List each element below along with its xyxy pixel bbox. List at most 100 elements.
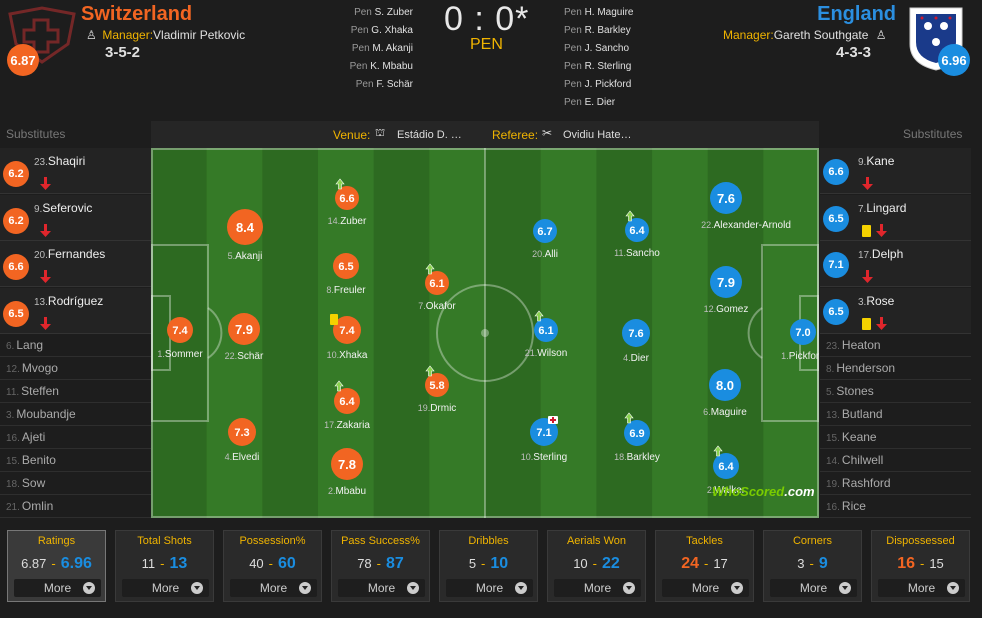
- bench-player-row[interactable]: 21. Omlin: [0, 495, 151, 518]
- more-button[interactable]: More: [122, 579, 209, 597]
- player-name[interactable]: 1.Pickford: [781, 351, 819, 362]
- bench-player-row[interactable]: 12. Mvogo: [0, 357, 151, 380]
- stat-box-corners[interactable]: Corners 3-9 More: [763, 530, 862, 602]
- more-button[interactable]: More: [14, 579, 101, 597]
- more-button[interactable]: More: [878, 579, 965, 597]
- player-marker[interactable]: 7.8 2.Mbabu: [328, 448, 366, 497]
- player-name[interactable]: Delph: [872, 247, 903, 261]
- player-name[interactable]: 22.Schär: [225, 351, 264, 362]
- player-name[interactable]: 11.Sancho: [614, 248, 660, 259]
- sub-player-row[interactable]: 6.5 3.Rose: [820, 287, 971, 334]
- player-name[interactable]: 8.Freuler: [326, 285, 366, 296]
- player-name[interactable]: Rashford: [842, 476, 891, 490]
- stat-box-possession[interactable]: Possession% 40-60 More: [223, 530, 322, 602]
- player-marker[interactable]: 8.4 5.Akanji: [227, 209, 263, 262]
- more-button[interactable]: More: [446, 579, 533, 597]
- away-team-name[interactable]: England: [817, 3, 896, 26]
- player-name[interactable]: Ajeti: [22, 430, 45, 444]
- penalty-taker-name[interactable]: J. Sancho: [585, 43, 629, 54]
- sub-player-name[interactable]: 7.Lingard: [858, 201, 906, 215]
- penalty-taker-name[interactable]: R. Sterling: [585, 61, 632, 72]
- sub-player-name[interactable]: 9.Seferovic: [34, 201, 92, 215]
- penalty-taker-name[interactable]: M. Akanji: [372, 43, 413, 54]
- sub-player-name[interactable]: 20.Fernandes: [34, 247, 105, 261]
- player-name[interactable]: Shaqiri: [48, 154, 85, 168]
- player-name[interactable]: Heaton: [842, 338, 881, 352]
- more-button[interactable]: More: [770, 579, 857, 597]
- player-name[interactable]: 10.Sterling: [521, 452, 567, 463]
- bench-player-row[interactable]: 6. Lang: [0, 334, 151, 357]
- bench-player-row[interactable]: 15. Keane: [820, 426, 971, 449]
- more-button[interactable]: More: [338, 579, 425, 597]
- player-name[interactable]: Rodríguez: [48, 294, 103, 308]
- player-name[interactable]: Moubandje: [16, 407, 75, 421]
- sub-player-name[interactable]: 17.Delph: [858, 247, 903, 261]
- player-name[interactable]: Fernandes: [48, 247, 105, 261]
- player-name[interactable]: 7.Okafor: [418, 301, 456, 312]
- player-name[interactable]: Sow: [22, 476, 45, 490]
- bench-player-row[interactable]: 14. Chilwell: [820, 449, 971, 472]
- player-name[interactable]: 10.Xhaka: [327, 350, 368, 361]
- player-name[interactable]: 4.Elvedi: [225, 452, 260, 463]
- bench-player-row[interactable]: 3. Moubandje: [0, 403, 151, 426]
- player-name[interactable]: Kane: [866, 154, 894, 168]
- more-button[interactable]: More: [662, 579, 749, 597]
- player-name[interactable]: Omlin: [22, 499, 53, 513]
- bench-player-row[interactable]: 23. Heaton: [820, 334, 971, 357]
- stat-box-dribbles[interactable]: Dribbles 5-10 More: [439, 530, 538, 602]
- player-name[interactable]: 17.Zakaria: [324, 420, 370, 431]
- player-name[interactable]: Rose: [866, 294, 894, 308]
- player-name[interactable]: 19.Drmic: [418, 403, 457, 414]
- bench-player-row[interactable]: 5. Stones: [820, 380, 971, 403]
- stat-box-ratings[interactable]: Ratings 6.87-6.96 More: [7, 530, 106, 602]
- more-button[interactable]: More: [230, 579, 317, 597]
- player-name[interactable]: 1.Sommer: [157, 349, 203, 360]
- player-name[interactable]: Butland: [842, 407, 883, 421]
- sub-player-row[interactable]: 6.2 9.Seferovic: [0, 194, 151, 241]
- bench-player-row[interactable]: 15. Benito: [0, 449, 151, 472]
- penalty-taker-name[interactable]: E. Dier: [585, 97, 616, 108]
- penalty-taker-name[interactable]: K. Mbabu: [370, 61, 413, 72]
- home-manager-name[interactable]: Vladimir Petkovic: [153, 28, 245, 42]
- sub-player-row[interactable]: 6.5 13.Rodríguez: [0, 287, 151, 334]
- sub-player-name[interactable]: 3.Rose: [858, 294, 894, 308]
- player-name[interactable]: Lingard: [866, 201, 906, 215]
- stat-box-tackles[interactable]: Tackles 24-17 More: [655, 530, 754, 602]
- player-name[interactable]: Rice: [842, 499, 866, 513]
- player-name[interactable]: 21.Wilson: [525, 348, 568, 359]
- sub-player-row[interactable]: 6.6 20.Fernandes: [0, 241, 151, 287]
- player-marker[interactable]: 7.6 4.Dier: [622, 319, 650, 364]
- player-name[interactable]: 6.Maguire: [703, 407, 747, 418]
- penalty-taker-name[interactable]: H. Maguire: [585, 7, 634, 18]
- penalty-taker-name[interactable]: G. Xhaka: [371, 25, 413, 36]
- player-name[interactable]: 12.Gomez: [704, 304, 749, 315]
- bench-player-row[interactable]: 16. Rice: [820, 495, 971, 518]
- player-name[interactable]: 5.Akanji: [228, 251, 263, 262]
- penalty-taker-name[interactable]: R. Barkley: [585, 25, 631, 36]
- player-name[interactable]: Benito: [22, 453, 56, 467]
- penalty-taker-name[interactable]: J. Pickford: [585, 79, 632, 90]
- sub-player-row[interactable]: 6.5 7.Lingard: [820, 194, 971, 241]
- player-name[interactable]: 4.Dier: [623, 353, 650, 364]
- player-name[interactable]: Seferovic: [42, 201, 92, 215]
- player-name[interactable]: Stones: [836, 384, 873, 398]
- sub-player-name[interactable]: 13.Rodríguez: [34, 294, 103, 308]
- sub-player-name[interactable]: 9.Kane: [858, 154, 894, 168]
- sub-player-row[interactable]: 6.6 9.Kane: [820, 148, 971, 194]
- bench-player-row[interactable]: 19. Rashford: [820, 472, 971, 495]
- player-name[interactable]: Keane: [842, 430, 877, 444]
- penalty-taker-name[interactable]: S. Zuber: [375, 7, 413, 18]
- sub-player-name[interactable]: 23.Shaqiri: [34, 154, 85, 168]
- stat-box-aerials-won[interactable]: Aerials Won 10-22 More: [547, 530, 646, 602]
- player-name[interactable]: Henderson: [836, 361, 895, 375]
- away-manager-name[interactable]: Gareth Southgate: [774, 28, 869, 42]
- penalty-taker-name[interactable]: F. Schär: [376, 79, 413, 90]
- stat-box-dispossessed[interactable]: Dispossessed 16-15 More: [871, 530, 970, 602]
- stat-box-total-shots[interactable]: Total Shots 11-13 More: [115, 530, 214, 602]
- player-name[interactable]: 20.Alli: [532, 249, 558, 260]
- bench-player-row[interactable]: 18. Sow: [0, 472, 151, 495]
- player-name[interactable]: Mvogo: [22, 361, 58, 375]
- stat-box-pass-success[interactable]: Pass Success% 78-87 More: [331, 530, 430, 602]
- player-name[interactable]: 14.Zuber: [328, 216, 367, 227]
- player-name[interactable]: Chilwell: [842, 453, 883, 467]
